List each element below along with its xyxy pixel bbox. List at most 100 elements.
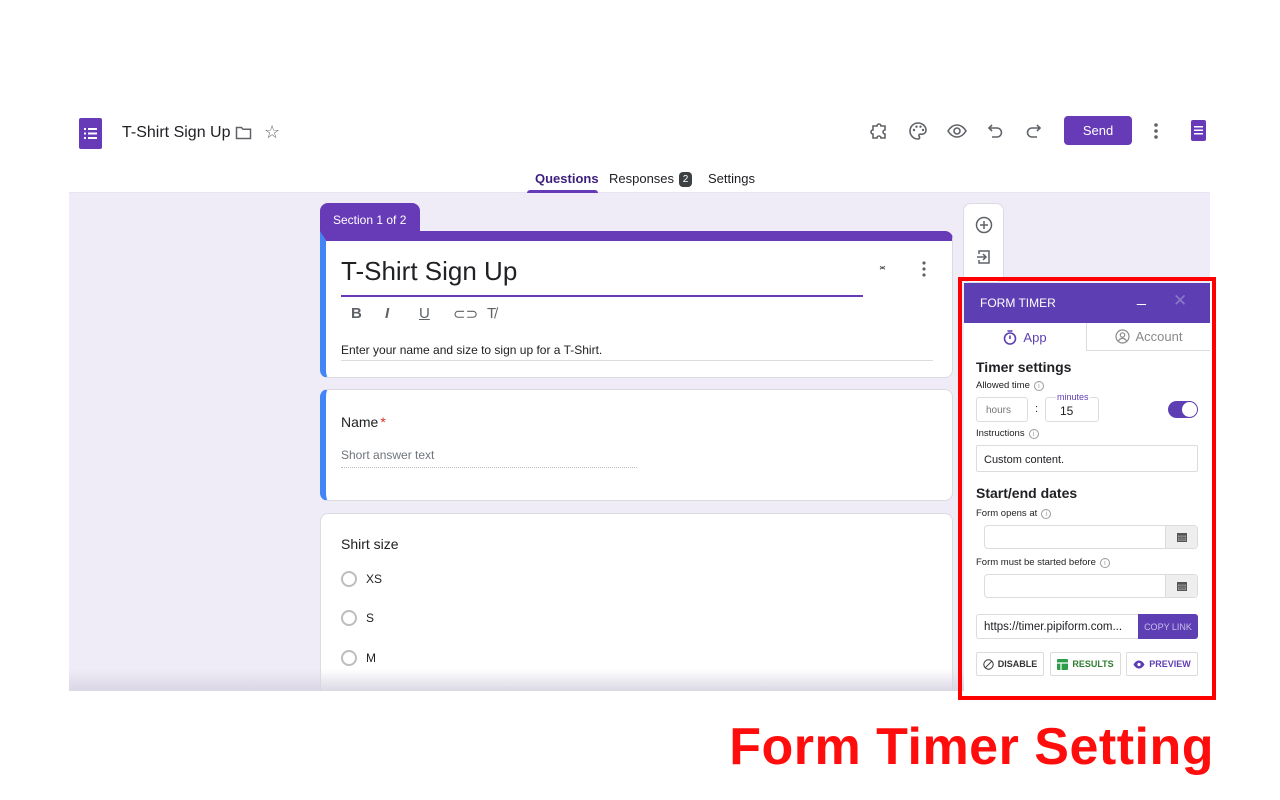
description-underline xyxy=(341,360,933,361)
question-title: Shirt size xyxy=(341,536,399,552)
tab-responses[interactable]: Responses 2 xyxy=(609,171,693,187)
opens-at-text: Form opens at xyxy=(976,508,1038,519)
tab-settings[interactable]: Settings xyxy=(708,171,755,186)
format-toolbar: B I U ⊂⊃ T̸ xyxy=(351,305,521,323)
eye-icon xyxy=(1133,660,1145,668)
minutes-label: minutes xyxy=(1056,392,1090,402)
star-icon[interactable]: ☆ xyxy=(264,122,280,143)
minimize-button[interactable]: _ xyxy=(1137,289,1146,307)
question-card-shirt-size[interactable]: Shirt size XS S M xyxy=(320,513,953,691)
results-button[interactable]: RESULTS xyxy=(1050,652,1121,676)
tab-questions[interactable]: Questions xyxy=(535,171,599,186)
allowed-time-label: Allowed time i xyxy=(976,380,1044,391)
section-more-icon[interactable] xyxy=(922,261,926,277)
calendar-icon[interactable] xyxy=(1165,526,1197,548)
tab-account[interactable]: Account xyxy=(1086,323,1210,351)
option-label: M xyxy=(366,651,376,665)
opens-at-input[interactable] xyxy=(984,525,1198,549)
collapse-section-icon[interactable]: ⌄ ⌃ xyxy=(877,258,888,278)
form-timer-panel: FORM TIMER _ ✕ App Account Timer setting… xyxy=(964,283,1210,694)
instructions-textarea[interactable]: Custom content. xyxy=(976,445,1198,472)
radio-button[interactable] xyxy=(341,650,357,666)
time-separator: : xyxy=(1035,403,1039,415)
option-xs[interactable]: XS xyxy=(341,571,382,587)
radio-button[interactable] xyxy=(341,610,357,626)
form-timer-title: FORM TIMER xyxy=(980,296,1056,310)
started-before-text: Form must be started before xyxy=(976,557,1096,568)
tab-app-label: App xyxy=(1023,329,1047,345)
timer-settings-heading: Timer settings xyxy=(976,359,1072,375)
disable-label: DISABLE xyxy=(997,659,1038,669)
hours-input[interactable]: hours xyxy=(976,397,1028,422)
import-questions-icon[interactable] xyxy=(975,248,993,266)
palette-icon[interactable] xyxy=(907,120,929,142)
option-s[interactable]: S xyxy=(341,610,374,626)
bold-icon[interactable]: B xyxy=(351,305,385,323)
send-button[interactable]: Send xyxy=(1064,116,1132,145)
question-label: Name xyxy=(341,414,379,430)
redo-icon[interactable] xyxy=(1022,120,1044,142)
timer-enabled-toggle[interactable] xyxy=(1168,401,1198,418)
opens-at-label: Form opens at i xyxy=(976,508,1052,519)
title-underline xyxy=(341,295,863,297)
top-bar: T-Shirt Sign Up ☆ Send xyxy=(69,104,1210,160)
preview-label: PREVIEW xyxy=(1149,659,1191,669)
info-icon[interactable]: i xyxy=(1033,380,1044,391)
more-vert-icon[interactable] xyxy=(1151,120,1161,142)
add-question-icon[interactable] xyxy=(975,216,993,234)
form-title[interactable]: T-Shirt Sign Up xyxy=(341,256,517,287)
question-card-name[interactable]: Name * Short answer text xyxy=(320,389,953,501)
option-m[interactable]: M xyxy=(341,650,376,666)
preview-button[interactable]: PREVIEW xyxy=(1126,652,1198,676)
short-answer-line xyxy=(341,467,637,468)
sheets-icon[interactable] xyxy=(1191,120,1206,141)
tab-app[interactable]: App xyxy=(964,323,1086,351)
folder-icon[interactable] xyxy=(235,125,252,141)
form-description[interactable]: Enter your name and size to sign up for … xyxy=(341,343,602,357)
underline-icon[interactable]: U xyxy=(419,305,453,323)
document-title[interactable]: T-Shirt Sign Up xyxy=(122,124,230,142)
copy-link-button[interactable]: COPY LINK xyxy=(1138,614,1198,639)
undo-icon[interactable] xyxy=(985,120,1007,142)
toggle-knob xyxy=(1182,402,1197,417)
italic-icon[interactable]: I xyxy=(385,305,419,323)
started-before-label: Form must be started before i xyxy=(976,557,1110,568)
timer-link-row: https://timer.pipiform.com... COPY LINK xyxy=(976,614,1198,639)
radio-button[interactable] xyxy=(341,571,357,587)
tab-account-label: Account xyxy=(1135,329,1183,344)
forms-logo-icon[interactable] xyxy=(79,118,102,149)
dates-heading: Start/end dates xyxy=(976,485,1078,501)
info-icon[interactable]: i xyxy=(1041,508,1052,519)
allowed-time-text: Allowed time xyxy=(976,380,1030,391)
question-title: Name * xyxy=(341,414,386,430)
info-icon[interactable]: i xyxy=(1028,428,1039,439)
clear-format-icon[interactable]: T̸ xyxy=(487,305,521,323)
caption-text: Form Timer Setting xyxy=(729,718,1214,776)
disable-icon xyxy=(983,658,994,670)
short-answer-placeholder: Short answer text xyxy=(341,448,435,462)
instructions-text: Instructions xyxy=(976,428,1025,439)
close-button[interactable]: ✕ xyxy=(1173,291,1187,311)
timer-link-field[interactable]: https://timer.pipiform.com... xyxy=(976,614,1138,639)
stopwatch-icon xyxy=(1004,329,1017,345)
results-label: RESULTS xyxy=(1072,659,1114,669)
calendar-icon[interactable] xyxy=(1165,575,1197,597)
option-label: S xyxy=(366,611,375,625)
info-icon[interactable]: i xyxy=(1099,557,1110,568)
form-timer-header: FORM TIMER _ ✕ xyxy=(964,283,1210,323)
responses-count-badge: 2 xyxy=(679,172,693,187)
question-side-toolbar xyxy=(963,203,1004,283)
disable-button[interactable]: DISABLE xyxy=(976,652,1044,676)
form-title-card[interactable]: T-Shirt Sign Up ⌄ ⌃ B I U ⊂⊃ T̸ Enter you… xyxy=(320,231,953,378)
preview-icon[interactable] xyxy=(946,120,968,142)
tab-responses-label: Responses xyxy=(609,171,675,186)
account-icon xyxy=(1114,329,1130,344)
sheets-results-icon xyxy=(1057,658,1069,670)
addons-icon[interactable] xyxy=(869,120,891,142)
form-timer-tabs: App Account xyxy=(964,323,1210,351)
instructions-label: Instructions i xyxy=(976,428,1039,439)
required-asterisk: * xyxy=(380,414,386,430)
option-label: XS xyxy=(366,572,383,586)
link-icon[interactable]: ⊂⊃ xyxy=(453,305,487,323)
started-before-input[interactable] xyxy=(984,574,1198,598)
